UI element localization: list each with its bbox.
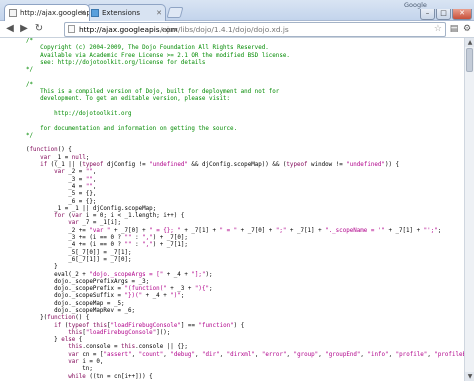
code-line: dojo._scopeMapRev = _6; (26, 307, 136, 314)
code-line: _3 += (i == 0 ? "" : ",") + _7[0]; (26, 235, 188, 242)
extensions-favicon-icon (91, 9, 99, 17)
code-line: dojo._scopePrefixArgs = _3; (26, 278, 150, 285)
code-line: _3 = "", (26, 176, 97, 183)
code-line: if ((_1 || (typeof djConfig != "undefine… (40, 162, 400, 169)
code-line: for documentation and information on get… (26, 125, 238, 132)
scroll-thumb[interactable] (466, 48, 473, 72)
code-line: for (var i = 0; i < _1.length; i++) { (54, 213, 185, 220)
close-window-button[interactable]: ✕ (452, 9, 472, 20)
tab-close-icon[interactable]: ✕ (80, 5, 86, 21)
back-icon[interactable]: ◀ (4, 23, 16, 35)
star-icon[interactable]: ☆ (434, 23, 442, 36)
code-line: /* (26, 38, 34, 44)
code-line: _2 += "var " + _7[0] + " = {}; " + _7[1]… (26, 227, 442, 234)
scroll-up-icon[interactable]: ▲ (465, 38, 474, 47)
code-line: /* (26, 81, 34, 88)
code-line: _6 = {}; (26, 198, 97, 205)
tab-close-icon[interactable]: ✕ (156, 5, 162, 21)
code-line: _5 = {}, (26, 191, 97, 198)
forward-icon[interactable]: ▶ (18, 23, 30, 35)
code-line: */ (26, 132, 34, 139)
wrench-icon[interactable]: ⚙ (461, 23, 473, 35)
code-line: } (26, 264, 58, 271)
code-line: dojo._scopePrefix = "(function(" + _3 + … (26, 286, 213, 293)
code-line: _4 += (i == 0 ? "" : ",") + _7[1]; (26, 242, 188, 249)
maximize-button[interactable]: □ (436, 9, 451, 20)
code-line: This is a compiled version of Dojo, buil… (26, 89, 280, 96)
code-line: Copyright (c) 2004-2009, The Dojo Founda… (26, 45, 269, 52)
new-tab-button[interactable] (166, 7, 184, 18)
code-line: dojo._scopeMap = _5; (26, 300, 125, 307)
address-bar[interactable]: http://ajax.googleapis.com /ajax/libs/do… (64, 22, 446, 37)
window-controls: – □ ✕ (419, 0, 472, 20)
code-line: var _2 = "", (54, 169, 97, 176)
code-line: _1 = _1 || djConfig.scopeMap; (26, 205, 157, 212)
url-path: /ajax/libs/dojo/1.4.1/dojo/dojo.xd.js (160, 25, 289, 34)
tab-label: Extensions (102, 9, 141, 17)
browser-window: http://ajax.googleapis.c ✕ Extensions ✕ … (0, 0, 474, 381)
tab-ajax-googleapis[interactable]: http://ajax.googleapis.c ✕ (4, 4, 90, 21)
code-line: http://dojotoolkit.org (26, 110, 132, 117)
code-line: if (typeof this["loadFirebugConsole"] ==… (54, 322, 245, 329)
page-favicon-icon (9, 9, 17, 17)
browser-toolbar: ◀ ▶ ↻ http://ajax.googleapis.com /ajax/l… (0, 21, 474, 38)
code-line: var i = 0, (68, 359, 104, 366)
source-code: /* Copyright (c) 2004-2009, The Dojo Fou… (0, 38, 464, 381)
code-line: Available via Academic Free License >= 2… (26, 52, 290, 59)
code-line: var _1 = null; (40, 154, 90, 161)
code-line: this["loadFirebugConsole"](); (68, 329, 171, 336)
code-line: var cn = ["assert", "count", "debug", "d… (68, 351, 464, 358)
code-line: }(function() { (26, 315, 90, 322)
vertical-scrollbar[interactable]: ▲ ▼ (464, 38, 474, 381)
code-line: (function() { (26, 147, 72, 154)
code-line: */ (26, 67, 34, 74)
code-line: _6[_7[1]] = _7[0]; (26, 256, 132, 263)
code-line: dojo._scopeSuffix = "})(" + _4 + ")"; (26, 293, 185, 300)
code-line: this.console = this.console || {}; (68, 344, 188, 351)
code-line: development. To get an editable version,… (26, 96, 231, 103)
code-line: } else { (26, 337, 83, 344)
code-line: while ((tn = cn[i++])) { (68, 373, 153, 380)
code-line: _5[_7[0]] = _7[1]; (26, 249, 132, 256)
page-icon (68, 25, 75, 33)
minimize-button[interactable]: – (420, 9, 435, 20)
code-line: see: http://dojotoolkit.org/license for … (26, 59, 206, 66)
tab-extensions[interactable]: Extensions ✕ (86, 4, 166, 21)
reload-icon[interactable]: ↻ (33, 23, 45, 35)
page-content: /* Copyright (c) 2004-2009, The Dojo Fou… (0, 38, 464, 381)
page-menu-icon[interactable]: ▤ (448, 23, 460, 35)
code-line: tn; (26, 366, 93, 373)
code-line: eval(_2 + "dojo._scopeArgs = [" + _4 + "… (26, 271, 213, 278)
scroll-down-icon[interactable]: ▼ (465, 372, 474, 381)
code-line: _4 = "", (26, 183, 97, 190)
code-line: var _7 = _1[i]; (68, 220, 122, 227)
tab-strip: http://ajax.googleapis.c ✕ Extensions ✕ … (0, 0, 474, 21)
